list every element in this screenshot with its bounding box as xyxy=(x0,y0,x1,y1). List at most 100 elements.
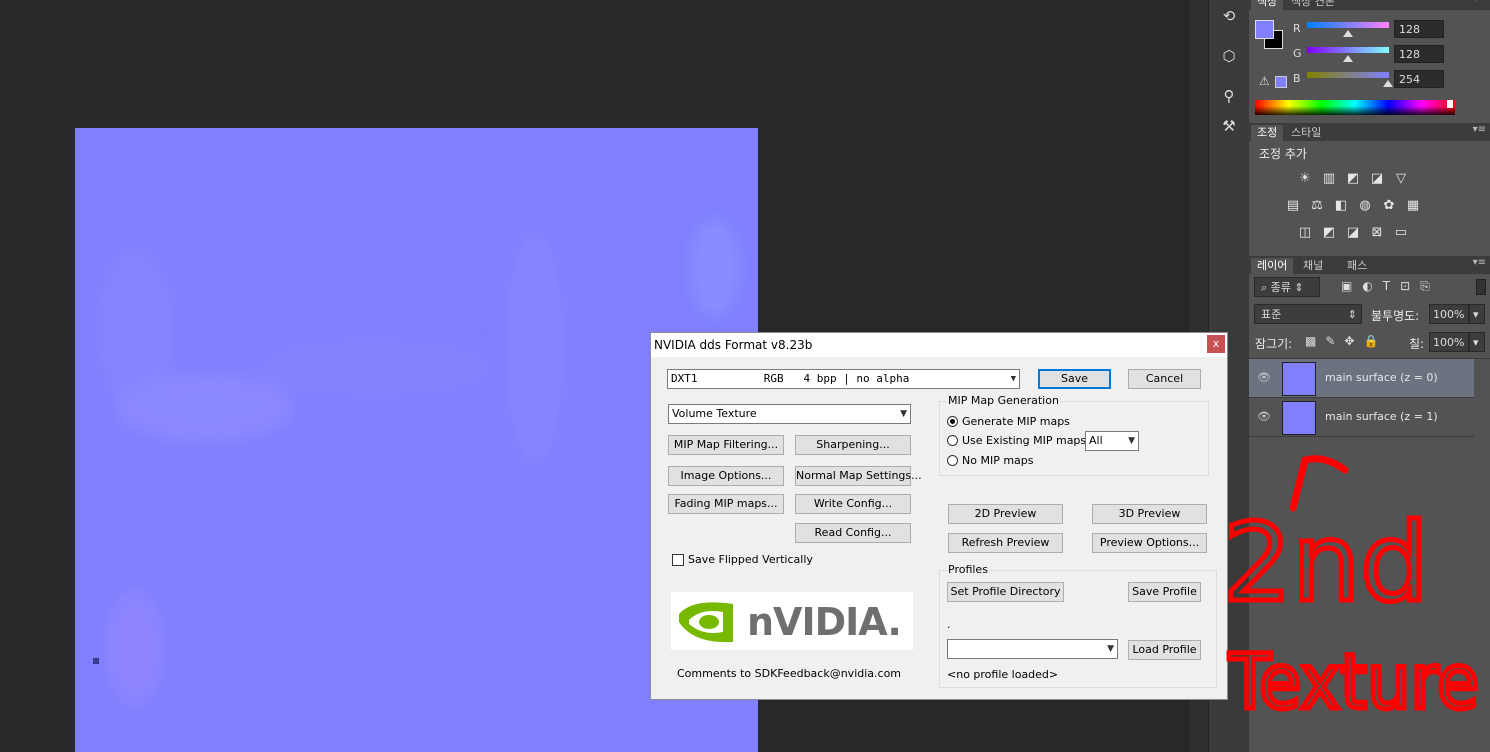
invert-icon[interactable]: ◫ xyxy=(1296,225,1314,241)
cancel-button[interactable]: Cancel xyxy=(1128,369,1201,389)
layer-name: main surface (z = 0) xyxy=(1325,371,1438,384)
normal-map-settings-button[interactable]: Normal Map Settings... xyxy=(795,466,922,486)
exposure-icon[interactable]: ◪ xyxy=(1368,171,1386,187)
refresh-preview-button[interactable]: Refresh Preview xyxy=(948,533,1063,553)
panel-menu-icon[interactable]: ▾≡ xyxy=(1473,124,1486,135)
panel-menu-icon[interactable]: ▾≡ xyxy=(1473,0,1486,4)
gamut-swatch[interactable] xyxy=(1275,76,1287,88)
chevron-down-icon: ▼ xyxy=(1128,436,1135,446)
r-value-field[interactable]: 128 xyxy=(1394,20,1444,38)
save-button[interactable]: Save xyxy=(1038,369,1111,389)
tab-styles[interactable]: 스타일 xyxy=(1285,125,1327,141)
g-slider[interactable] xyxy=(1307,47,1389,53)
adjust-heading: 조정 추가 xyxy=(1259,147,1307,161)
profile-path-text: . xyxy=(947,618,951,631)
foreground-swatch[interactable] xyxy=(1255,20,1274,39)
hue-saturation-icon[interactable]: ▤ xyxy=(1284,198,1302,214)
layer-row-1[interactable]: 👁 main surface (z = 1) xyxy=(1249,398,1474,437)
set-profile-dir-button[interactable]: Set Profile Directory xyxy=(947,582,1064,602)
b-value-field[interactable]: 254 xyxy=(1394,70,1444,88)
fill-label: 칠: xyxy=(1409,337,1425,351)
g-slider-knob[interactable] xyxy=(1343,55,1353,62)
fill-field[interactable]: 100% xyxy=(1429,332,1469,352)
nvidia-dds-dialog: NVIDIA dds Format v8.23b x DXT1 RGB 4 bp… xyxy=(650,332,1228,700)
mip-none-label: No MIP maps xyxy=(962,454,1034,467)
format-select[interactable]: DXT1 RGB 4 bpp | no alpha ▼ xyxy=(667,369,1020,389)
channel-mixer-icon[interactable]: ✿ xyxy=(1380,198,1398,214)
tab-layers[interactable]: 레이어 xyxy=(1251,258,1294,274)
tab-color[interactable]: 색상 xyxy=(1251,0,1284,10)
tab-adjustments[interactable]: 조정 xyxy=(1251,125,1284,141)
history-icon[interactable]: ⟲ xyxy=(1218,6,1240,26)
visibility-eye-icon[interactable]: 👁 xyxy=(1257,410,1271,423)
3d-cube-icon[interactable]: ⬡ xyxy=(1218,46,1240,66)
brightness-icon[interactable]: ☀ xyxy=(1296,171,1314,187)
threshold-icon[interactable]: ◪ xyxy=(1344,225,1362,241)
image-options-button[interactable]: Image Options... xyxy=(668,466,784,486)
tab-paths[interactable]: 패스 xyxy=(1341,258,1373,274)
gradient-map-icon[interactable]: ▭ xyxy=(1392,225,1410,241)
texture-type-value: Volume Texture xyxy=(672,407,757,420)
fill-dropdown[interactable]: ▾ xyxy=(1469,332,1485,352)
write-config-button[interactable]: Write Config... xyxy=(795,494,911,514)
r-slider-knob[interactable] xyxy=(1343,30,1353,37)
close-icon[interactable]: x xyxy=(1207,335,1225,353)
mip-filtering-button[interactable]: MIP Map Filtering... xyxy=(668,435,784,455)
load-profile-button[interactable]: Load Profile xyxy=(1128,640,1201,660)
tab-channels[interactable]: 채널 xyxy=(1297,258,1329,274)
preview-options-button[interactable]: Preview Options... xyxy=(1092,533,1207,553)
color-balance-icon[interactable]: ⚖ xyxy=(1308,198,1326,214)
mip-generate-radio[interactable] xyxy=(947,416,958,427)
layer-filter-select[interactable]: ⌕ 종류 ⇕ xyxy=(1254,277,1320,297)
posterize-icon[interactable]: ◩ xyxy=(1320,225,1338,241)
visibility-eye-icon[interactable]: 👁 xyxy=(1257,371,1271,384)
color-lookup-icon[interactable]: ▦ xyxy=(1404,198,1422,214)
b-slider[interactable] xyxy=(1307,72,1389,78)
b-slider-knob[interactable] xyxy=(1383,80,1393,87)
lock-icons[interactable]: ▩✎✥🔒 xyxy=(1305,334,1387,348)
g-value-field[interactable]: 128 xyxy=(1394,45,1444,63)
texture-type-select[interactable]: Volume Texture ▼ xyxy=(668,404,911,424)
profile-select[interactable]: ▼ xyxy=(947,639,1118,659)
layer-thumbnail xyxy=(1282,362,1316,396)
panel-menu-icon[interactable]: ▾≡ xyxy=(1473,257,1486,268)
adjust-panel-tabs: 조정 스타일 ▾≡ xyxy=(1249,123,1490,141)
r-slider[interactable] xyxy=(1307,22,1389,28)
save-profile-button[interactable]: Save Profile xyxy=(1128,582,1201,602)
layer-name: main surface (z = 1) xyxy=(1325,410,1438,423)
selective-color-icon[interactable]: ⊠ xyxy=(1368,225,1386,241)
color-spectrum-bar[interactable] xyxy=(1255,100,1455,115)
vibrance-icon[interactable]: ▽ xyxy=(1392,171,1410,187)
mip-existing-radio[interactable] xyxy=(947,435,958,446)
black-white-icon[interactable]: ◧ xyxy=(1332,198,1350,214)
curves-icon[interactable]: ◩ xyxy=(1344,171,1362,187)
layer-row-0[interactable]: 👁 main surface (z = 0) xyxy=(1249,359,1474,398)
fading-mip-button[interactable]: Fading MIP maps... xyxy=(668,494,784,514)
white-swatch[interactable] xyxy=(1447,100,1453,108)
tab-swatches[interactable]: 색상 견본 xyxy=(1285,0,1341,10)
color-panel-tabs: 색상 색상 견본 ▾≡ xyxy=(1249,0,1490,10)
read-config-button[interactable]: Read Config... xyxy=(795,523,911,543)
mip-generate-label: Generate MIP maps xyxy=(962,415,1070,428)
dialog-title-bar[interactable]: NVIDIA dds Format v8.23b x xyxy=(651,333,1227,357)
filter-toggle[interactable] xyxy=(1476,279,1486,295)
blend-mode-select[interactable]: 표준 ⇕ xyxy=(1254,304,1362,324)
opacity-dropdown[interactable]: ▾ xyxy=(1469,304,1485,324)
format-value: DXT1 RGB 4 bpp | no alpha xyxy=(671,372,910,385)
layer-filter-icons[interactable]: ▣◐T⊡⎘ xyxy=(1341,279,1440,294)
chevron-down-icon: ▼ xyxy=(1010,374,1016,384)
photo-filter-icon[interactable]: ◍ xyxy=(1356,198,1374,214)
gamut-warning-icon[interactable]: ⚠ xyxy=(1259,74,1270,88)
levels-icon[interactable]: ▥ xyxy=(1320,171,1338,187)
profile-status: <no profile loaded> xyxy=(947,668,1059,681)
sharpening-button[interactable]: Sharpening... xyxy=(795,435,911,455)
mip-count-select[interactable]: All ▼ xyxy=(1085,431,1139,451)
preview-2d-button[interactable]: 2D Preview xyxy=(948,504,1063,524)
tool-presets-icon[interactable]: ⚒ xyxy=(1218,116,1240,136)
mip-none-radio[interactable] xyxy=(947,455,958,466)
save-flipped-checkbox[interactable] xyxy=(672,554,684,566)
opacity-field[interactable]: 100% xyxy=(1429,304,1469,324)
brush-presets-icon[interactable]: ⚲ xyxy=(1218,86,1240,106)
preview-3d-button[interactable]: 3D Preview xyxy=(1092,504,1207,524)
nvidia-wordmark: nVIDIA. xyxy=(747,600,902,644)
